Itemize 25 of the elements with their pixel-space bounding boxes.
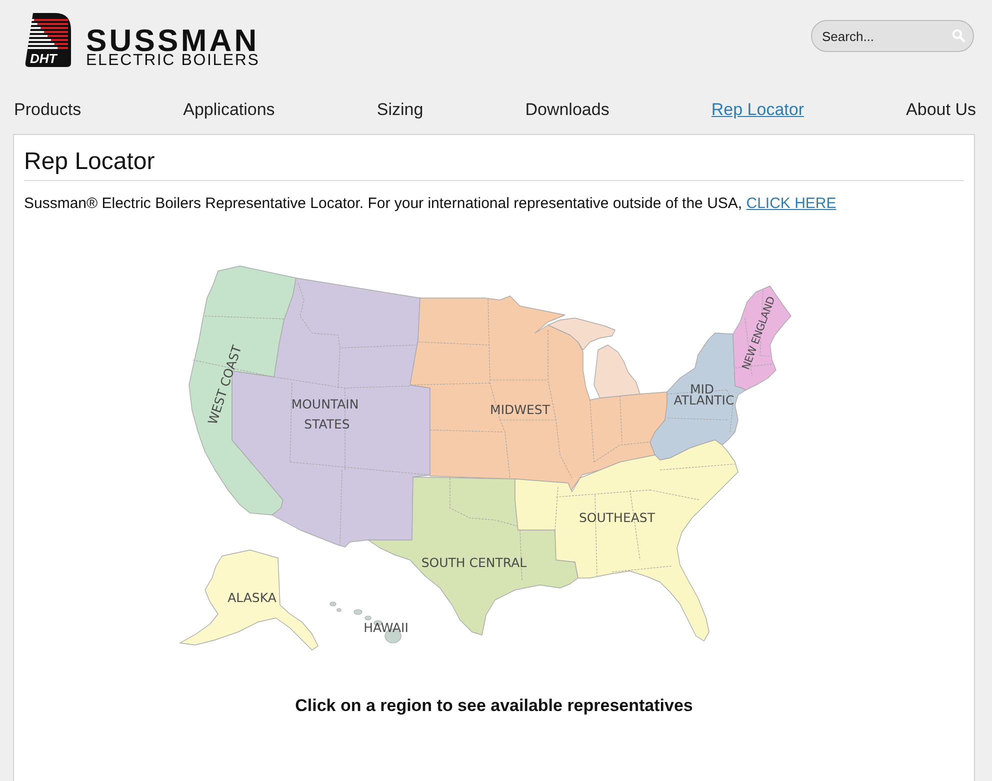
region-label: MOUNTAIN STATES <box>291 396 359 432</box>
region-label: MID ATLANTIC <box>674 382 734 408</box>
click-here-link[interactable]: CLICK HERE <box>746 195 836 212</box>
brand-tagline: ELECTRIC BOILERS <box>86 53 260 69</box>
logo-initials: DHT <box>30 51 57 66</box>
region-label: SOUTHEAST <box>579 510 655 525</box>
search-icon[interactable] <box>952 29 965 42</box>
logo-emblem-icon <box>25 13 71 67</box>
nav-link[interactable]: Downloads <box>525 98 610 122</box>
nav-link[interactable]: About Us <box>906 98 976 122</box>
map-region[interactable] <box>732 286 792 390</box>
brand-name: SUSSMAN <box>86 28 260 53</box>
nav-link[interactable]: Applications <box>183 98 275 122</box>
nav-link[interactable]: Rep Locator <box>711 98 804 122</box>
page-title: Rep Locator <box>24 147 964 181</box>
nav-link[interactable]: Sizing <box>376 98 424 122</box>
region-label: ALASKA <box>228 590 276 605</box>
intro-text: Sussman® Electric Boilers Representative Locator. For your international representative outside of the USA, CLICK HERE <box>24 195 838 213</box>
region-label: MIDWEST <box>490 402 550 417</box>
map-instruction: Click on a region to see available representatives <box>295 696 693 715</box>
region-label: HAWAII <box>364 620 408 635</box>
nav-link[interactable]: Products <box>14 98 82 122</box>
search-field[interactable]: Search... <box>811 20 974 52</box>
region-label: SOUTH CENTRAL <box>421 555 527 570</box>
region-label: WEST COAST <box>204 343 244 426</box>
